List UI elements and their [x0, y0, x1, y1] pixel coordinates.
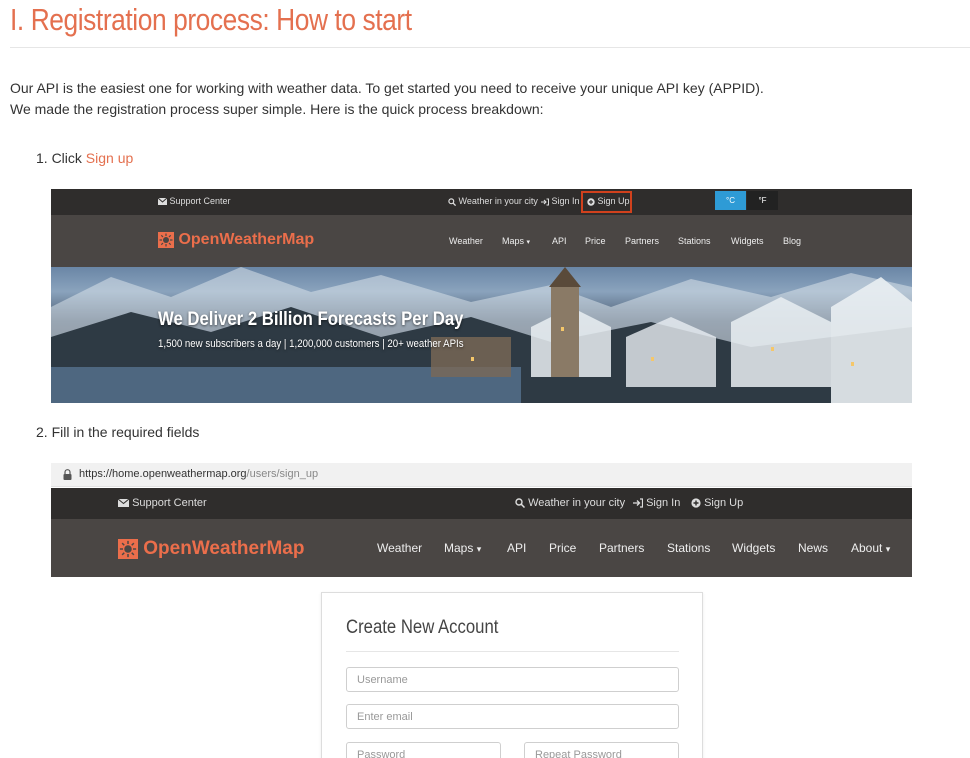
logo[interactable]: OpenWeatherMap — [158, 231, 314, 249]
topbar: Support Center Weather in your city Sign… — [51, 488, 912, 519]
sign-in-icon — [633, 498, 643, 508]
url-host: https://home.openweathermap.org — [79, 468, 247, 480]
sign-up-label: Sign Up — [704, 497, 744, 509]
topbar: Support Center Weather in your city Sign… — [51, 189, 912, 215]
celsius-toggle[interactable]: °C — [715, 191, 746, 210]
nav-about[interactable]: About ▾ — [851, 541, 890, 555]
logo-text: OpenWeatherMap — [143, 538, 305, 559]
screenshot-signup-page: https://home.openweathermap.org/users/si… — [51, 463, 912, 758]
plus-circle-icon — [691, 498, 701, 508]
sign-up-button[interactable]: Sign Up — [691, 497, 743, 509]
nav-maps[interactable]: Maps ▾ — [502, 236, 530, 246]
nav-partners[interactable]: Partners — [599, 541, 644, 555]
nav-maps-label: Maps — [444, 541, 474, 555]
intro-text: Our API is the easiest one for working w… — [10, 78, 764, 120]
logo-text: OpenWeatherMap — [178, 231, 315, 248]
nav-stations[interactable]: Stations — [667, 541, 710, 555]
nav-about-label: About — [851, 541, 883, 555]
hero-title: We Deliver 2 Billion Forecasts Per Day — [158, 309, 464, 330]
nav-price[interactable]: Price — [585, 236, 606, 246]
intro-line-2: We made the registration process super s… — [10, 101, 544, 117]
url-path: /users/sign_up — [246, 468, 319, 480]
username-input[interactable] — [346, 667, 679, 692]
weather-in-city-link[interactable]: Weather in your city — [448, 196, 538, 206]
nav-api[interactable]: API — [507, 541, 526, 555]
nav-blog[interactable]: Blog — [783, 236, 801, 246]
step-2: 2. Fill in the required fields — [36, 424, 200, 440]
support-center-label: Support Center — [169, 196, 231, 206]
step-1-text: 1. Click — [36, 150, 86, 166]
search-icon — [515, 498, 525, 509]
weather-in-city-label: Weather in your city — [458, 196, 538, 206]
sign-in-link[interactable]: Sign In — [541, 196, 580, 206]
nav-widgets[interactable]: Widgets — [731, 236, 764, 246]
nav-api[interactable]: API — [552, 236, 567, 246]
nav-weather[interactable]: Weather — [449, 236, 483, 246]
envelope-icon — [158, 198, 167, 206]
repeat-password-input[interactable] — [524, 742, 679, 758]
hero-banner — [51, 267, 912, 403]
nav-news[interactable]: News — [798, 541, 828, 555]
support-center-link[interactable]: Support Center — [118, 497, 207, 509]
weather-in-city-label: Weather in your city — [528, 497, 626, 509]
nav-weather[interactable]: Weather — [377, 541, 422, 555]
hero-subtitle: 1,500 new subscribers a day | 1,200,000 … — [158, 338, 464, 350]
nav-partners[interactable]: Partners — [625, 236, 659, 246]
plus-circle-icon — [587, 197, 595, 206]
form-divider — [346, 651, 679, 652]
sign-up-link[interactable]: Sign up — [86, 150, 133, 166]
nav-maps[interactable]: Maps ▾ — [444, 541, 481, 555]
caret-down-icon: ▾ — [526, 239, 531, 246]
sign-up-label: Sign Up — [597, 196, 630, 206]
logo[interactable]: OpenWeatherMap — [118, 538, 304, 560]
sign-in-icon — [541, 198, 549, 206]
create-account-form: Create New Account — [321, 592, 703, 758]
step-1: 1. Click Sign up — [36, 150, 133, 166]
password-input[interactable] — [346, 742, 501, 758]
caret-down-icon: ▾ — [476, 544, 482, 554]
email-input[interactable] — [346, 704, 679, 729]
sign-in-label: Sign In — [551, 196, 580, 206]
caret-down-icon: ▾ — [885, 544, 891, 554]
sun-logo-icon — [118, 538, 138, 559]
support-center-link[interactable]: Support Center — [158, 196, 231, 206]
sun-logo-icon — [158, 231, 174, 248]
support-center-label: Support Center — [132, 497, 207, 509]
screenshot-homepage: Support Center Weather in your city Sign… — [51, 189, 912, 403]
nav-maps-label: Maps — [502, 236, 525, 246]
intro-line-1: Our API is the easiest one for working w… — [10, 80, 764, 96]
page-title: I. Registration process: How to start — [10, 2, 412, 37]
nav-stations[interactable]: Stations — [678, 236, 711, 246]
form-title: Create New Account — [346, 617, 499, 638]
lock-icon — [63, 469, 72, 480]
search-icon — [448, 197, 456, 206]
nav-widgets[interactable]: Widgets — [732, 541, 775, 555]
hero-landscape-image — [51, 267, 912, 403]
fahrenheit-toggle[interactable]: °F — [747, 191, 778, 210]
url-text: https://home.openweathermap.org/users/si… — [79, 468, 318, 480]
envelope-icon — [118, 499, 129, 508]
nav-price[interactable]: Price — [549, 541, 576, 555]
weather-in-city-link[interactable]: Weather in your city — [515, 497, 625, 509]
sign-in-label: Sign In — [646, 497, 681, 509]
address-bar[interactable]: https://home.openweathermap.org/users/si… — [51, 463, 912, 487]
sign-up-button[interactable]: Sign Up — [587, 196, 630, 206]
title-divider — [10, 47, 970, 48]
sign-in-link[interactable]: Sign In — [633, 497, 680, 509]
